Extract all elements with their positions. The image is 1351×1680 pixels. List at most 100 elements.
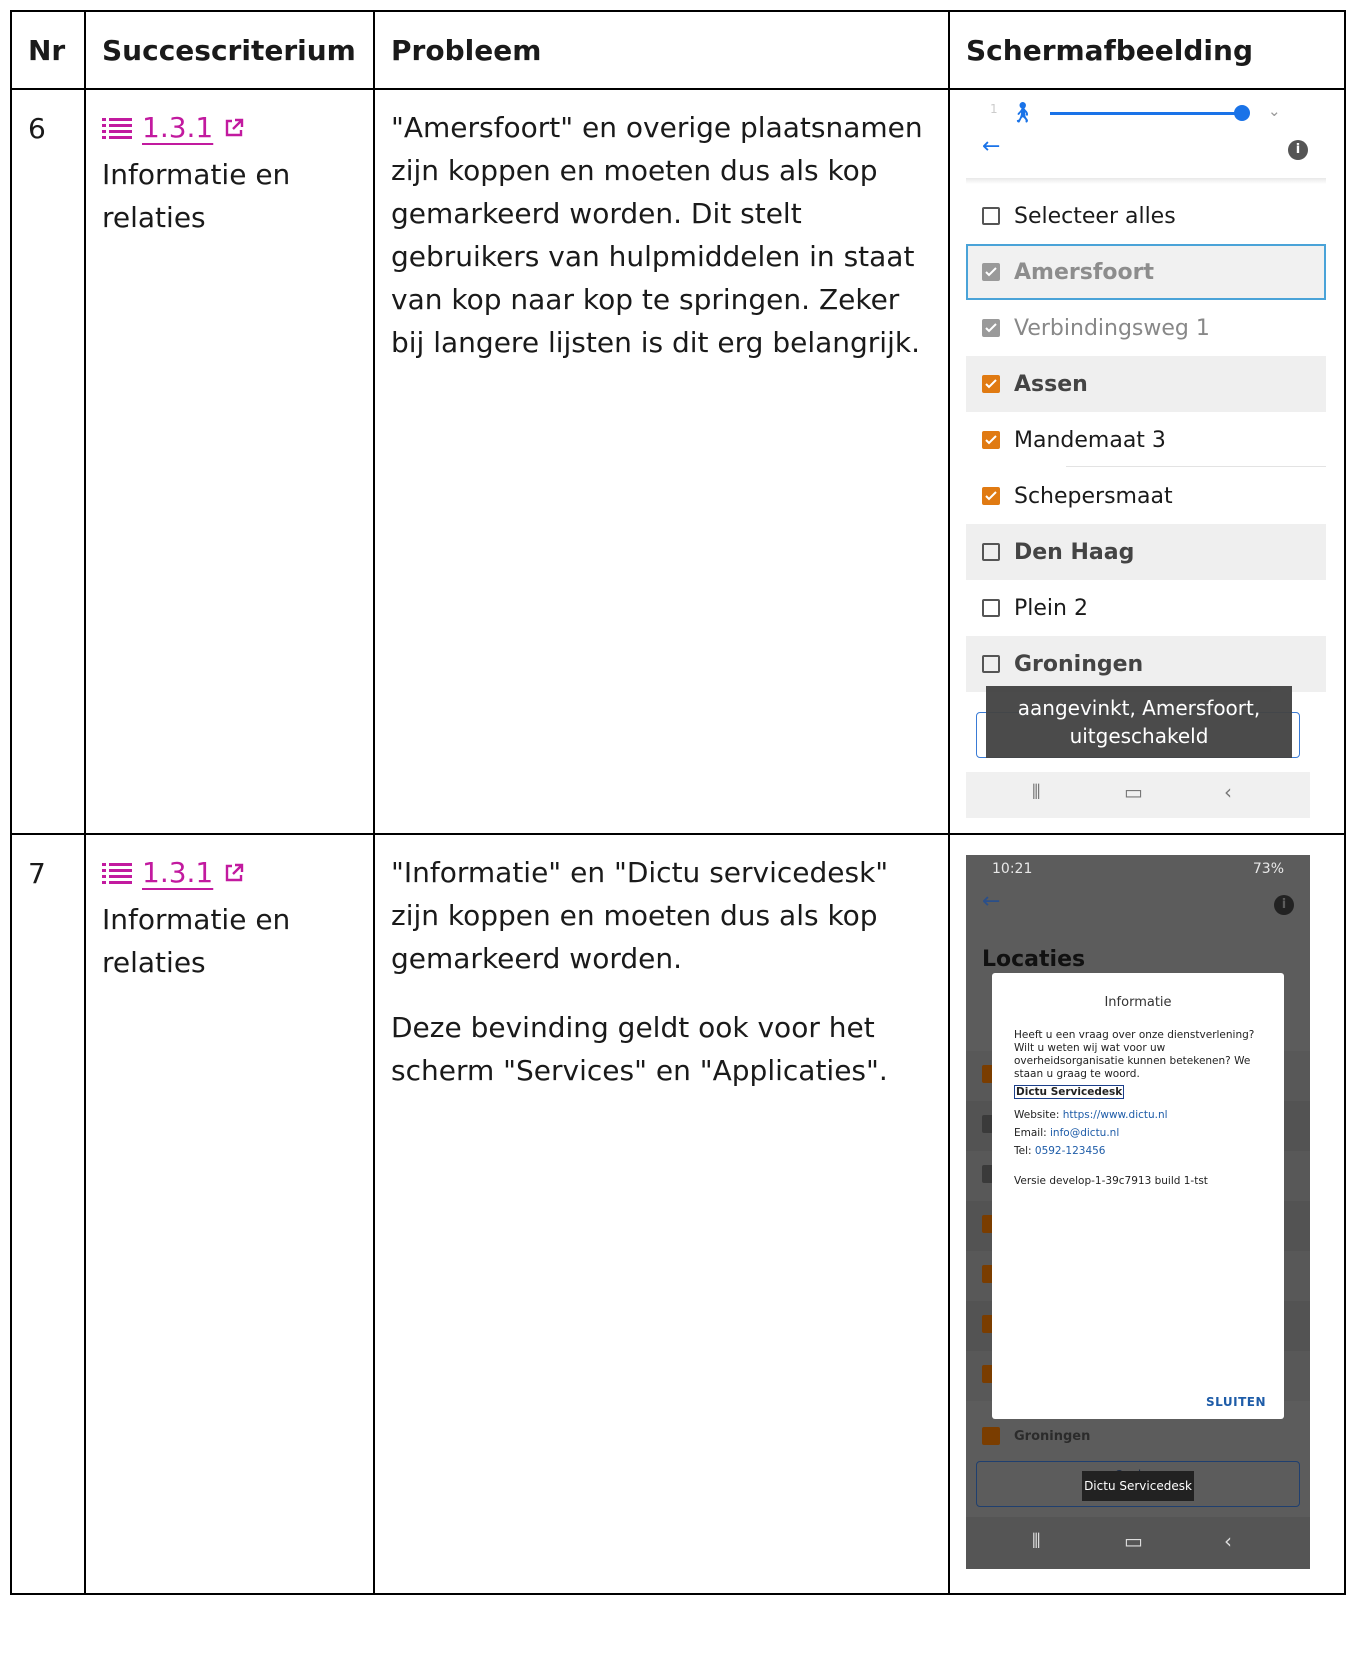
list-item-label: Groningen: [1014, 651, 1144, 677]
dialog-tel: Tel: 0592-123456: [1014, 1145, 1105, 1157]
list-group-heading[interactable]: Groningen: [966, 636, 1326, 692]
list-item[interactable]: Selecteer alles: [966, 188, 1326, 244]
email-link[interactable]: info@dictu.nl: [1050, 1127, 1119, 1139]
problem-text: "Amersfoort" en overige plaatsnamen zijn…: [391, 111, 923, 359]
list-item[interactable]: Verbindingsweg 1: [966, 300, 1326, 356]
screenshot-cell: 1 🚶︎ ⌄ ← i Selecteer alles Amersfoort Ve…: [948, 88, 1346, 835]
talkback-toast: aangevinkt, Amersfoort, uitgeschakeld: [986, 686, 1292, 758]
list-item[interactable]: Mandemaat 3: [966, 412, 1326, 468]
criterion-cell: 1.3.1 Informatie en relaties: [84, 833, 375, 1595]
criterion-name: Informatie en relaties: [102, 157, 291, 234]
close-button[interactable]: SLUITEN: [1206, 1395, 1266, 1409]
checkbox-checked-icon: [982, 319, 1000, 337]
accessibility-icon: 🚶︎: [1010, 100, 1036, 124]
problem-text: "Informatie" en "Dictu servicedesk" zijn…: [391, 856, 889, 975]
checkbox-checked-icon: [982, 487, 1000, 505]
dialog-version: Versie develop-1-39c7913 build 1-tst: [1014, 1175, 1208, 1187]
row-number: 6: [10, 88, 86, 835]
accessibility-overlay-bar: 1 🚶︎ ⌄: [966, 100, 1336, 126]
criterion-name: Informatie en relaties: [102, 902, 291, 979]
list-icon: [102, 117, 132, 139]
chevron-down-icon[interactable]: ⌄: [1268, 102, 1281, 120]
website-label: Website:: [1014, 1109, 1060, 1121]
website-link[interactable]: https://www.dictu.nl: [1063, 1109, 1168, 1121]
checkbox-unchecked-icon: [982, 655, 1000, 673]
tel-link[interactable]: 0592-123456: [1035, 1145, 1106, 1157]
checkbox-unchecked-icon: [982, 207, 1000, 225]
background-row-label: Groningen: [1014, 1429, 1091, 1444]
header-shadow: [966, 178, 1326, 184]
list-item-label: Assen: [1014, 371, 1088, 397]
android-nav-bar: ⫴ ▭ ‹: [966, 772, 1310, 818]
info-dialog: Informatie Heeft u een vraag over onze d…: [992, 973, 1284, 1419]
dialog-body: Heeft u een vraag over onze dienstverlen…: [1014, 1029, 1255, 1080]
email-label: Email:: [1014, 1127, 1047, 1139]
talkback-toast: Dictu Servicedesk: [1082, 1471, 1194, 1501]
tel-label: Tel:: [1014, 1145, 1032, 1157]
screenshot-cell: 10:21 73% ← i Locaties Groningen Informa…: [948, 833, 1346, 1595]
dialog-title: Informatie: [1104, 995, 1172, 1010]
checkbox-unchecked-icon: [982, 599, 1000, 617]
checkbox-checked-icon: [982, 431, 1000, 449]
recent-apps-icon[interactable]: ⫴: [1032, 780, 1040, 804]
list-group-heading[interactable]: Amersfoort: [966, 244, 1326, 300]
list-group-heading[interactable]: Den Haag: [966, 524, 1326, 580]
back-arrow-icon[interactable]: ←: [982, 889, 1000, 914]
criterion-link[interactable]: 1.3.1: [102, 106, 245, 149]
criterion-code: 1.3.1: [142, 856, 214, 889]
slider-knob[interactable]: [1234, 105, 1250, 121]
header-criterion: Succescriterium: [84, 10, 375, 90]
home-icon[interactable]: ▭: [1124, 780, 1143, 804]
list-item-label: Plein 2: [1014, 595, 1088, 621]
dialog-email: Email: info@dictu.nl: [1014, 1127, 1119, 1139]
header-row: Nr Succescriterium Probleem Schermafbeel…: [10, 10, 1346, 90]
external-link-icon: [226, 863, 244, 881]
list-item-label: Selecteer alles: [1014, 203, 1176, 229]
criterion-cell: 1.3.1 Informatie en relaties: [84, 88, 375, 835]
back-nav-icon[interactable]: ‹: [1224, 780, 1232, 804]
phone-screenshot-locations: 1 🚶︎ ⌄ ← i Selecteer alles Amersfoort Ve…: [966, 100, 1336, 820]
info-icon[interactable]: i: [1288, 140, 1308, 160]
criterion-link[interactable]: 1.3.1: [102, 851, 245, 894]
list-item[interactable]: Plein 2: [966, 580, 1326, 636]
back-arrow-icon[interactable]: ←: [982, 134, 1000, 159]
checkbox-checked-icon: [982, 375, 1000, 393]
phone-screenshot-info-dialog: 10:21 73% ← i Locaties Groningen Informa…: [966, 855, 1310, 1569]
status-time: 10:21: [992, 861, 1033, 877]
table-row: 7 1.3.1 Informatie en relaties "Informat…: [10, 833, 1346, 1595]
status-battery: 73%: [1252, 861, 1284, 877]
header-screenshot: Schermafbeelding: [948, 10, 1346, 90]
page-title: Locaties: [982, 947, 1086, 972]
divider: [1066, 466, 1326, 467]
problem-cell: "Informatie" en "Dictu servicedesk" zijn…: [373, 833, 950, 1595]
home-icon[interactable]: ▭: [1124, 1529, 1143, 1553]
back-nav-icon[interactable]: ‹: [1224, 1529, 1232, 1553]
checkbox-checked-icon: [982, 1427, 1000, 1445]
list-item[interactable]: Schepersmaat: [966, 468, 1326, 524]
list-item-label: Den Haag: [1014, 539, 1135, 565]
list-item-label: Schepersmaat: [1014, 483, 1173, 509]
problem-text: Deze bevinding geldt ook voor het scherm…: [391, 1011, 888, 1087]
list-group-heading[interactable]: Assen: [966, 356, 1326, 412]
list-item-label: Mandemaat 3: [1014, 427, 1166, 453]
findings-table: Nr Succescriterium Probleem Schermafbeel…: [10, 10, 1346, 1595]
list-item-label: Amersfoort: [1014, 259, 1154, 285]
row-number: 7: [10, 833, 86, 1595]
criterion-code: 1.3.1: [142, 111, 214, 144]
dialog-heading[interactable]: Dictu Servicedesk: [1014, 1085, 1125, 1099]
checkbox-checked-icon: [982, 263, 1000, 281]
table-row: 6 1.3.1 Informatie en relaties "Amersfoo…: [10, 88, 1346, 835]
dialog-website: Website: https://www.dictu.nl: [1014, 1109, 1168, 1121]
list-icon: [102, 862, 132, 884]
faded-status: 1: [990, 102, 998, 116]
problem-cell: "Amersfoort" en overige plaatsnamen zijn…: [373, 88, 950, 835]
external-link-icon: [226, 118, 244, 136]
list-item-label: Verbindingsweg 1: [1014, 315, 1210, 341]
slider-track[interactable]: [1050, 112, 1240, 115]
header-nr: Nr: [10, 10, 86, 90]
recent-apps-icon[interactable]: ⫴: [1032, 1529, 1040, 1553]
info-icon[interactable]: i: [1274, 895, 1294, 915]
header-problem: Probleem: [373, 10, 950, 90]
android-nav-bar: ⫴ ▭ ‹: [966, 1517, 1310, 1569]
checkbox-unchecked-icon: [982, 543, 1000, 561]
